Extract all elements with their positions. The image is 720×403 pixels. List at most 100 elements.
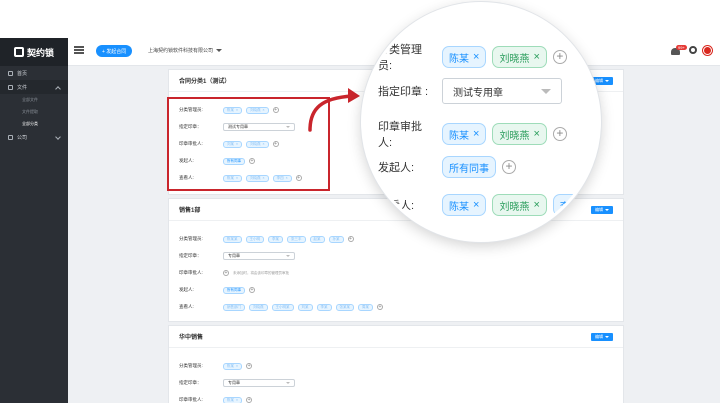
zoom-row: 指定印章 : 测试专用章 bbox=[378, 78, 562, 104]
field-row: 印章审批人: + 未添加时，将由该印章的管理员审批 bbox=[179, 268, 289, 278]
tag-text: 刘晓燕 bbox=[499, 201, 530, 213]
person-tag[interactable]: 张某某 bbox=[335, 303, 354, 311]
field-row: 分类管理员: 陈某某 王小明 李某 张三丰 赵某 孙某 + bbox=[179, 234, 354, 244]
seal-select[interactable]: 测试专用章 bbox=[442, 78, 562, 104]
close-icon[interactable]: × bbox=[473, 128, 479, 140]
close-icon[interactable]: × bbox=[533, 51, 539, 63]
person-tag[interactable]: 所有同事 bbox=[223, 286, 245, 294]
chevron-up-icon bbox=[55, 85, 61, 92]
tag-text: 销售部门 bbox=[227, 304, 241, 309]
sidebar-subitem-all-files[interactable]: 全部文件 bbox=[0, 94, 68, 106]
add-icon[interactable]: + bbox=[377, 304, 383, 310]
person-tag[interactable]: 李某 bbox=[316, 303, 332, 311]
seal-select[interactable]: 专用章 bbox=[223, 379, 295, 387]
person-tag[interactable]: 刘晓燕 × bbox=[492, 123, 547, 145]
person-tag[interactable]: 张三丰 bbox=[287, 235, 306, 243]
top-blank-band bbox=[0, 0, 720, 38]
sidebar-item-label: 公司 bbox=[17, 134, 28, 141]
person-tag[interactable]: 陈某某 bbox=[223, 235, 242, 243]
select-value: 测试专用章 bbox=[453, 87, 503, 99]
zoom-row: 查看人: 陈某 × 刘晓燕 × 李四 bbox=[378, 194, 587, 216]
tag-text: 陈某 bbox=[227, 397, 234, 402]
close-icon[interactable]: × bbox=[236, 398, 238, 402]
chevron-down-icon bbox=[605, 336, 609, 338]
app-logo[interactable]: 契约锁 bbox=[0, 38, 68, 66]
field-label: 发起人: bbox=[378, 162, 415, 174]
sidebar-subitem-all-categories[interactable]: 全部分类 bbox=[0, 118, 68, 130]
seal-select[interactable]: 专用章 bbox=[223, 252, 295, 260]
field-row: 分类管理员: 陈某 × + bbox=[179, 361, 253, 371]
close-icon[interactable]: × bbox=[533, 199, 539, 211]
tag-text: 陈某 bbox=[449, 53, 469, 65]
field-row: 指定印章： 专用章 bbox=[179, 251, 295, 261]
field-label: 分类管理员: bbox=[179, 363, 203, 368]
sidebar-item-home[interactable]: 首页 bbox=[0, 66, 68, 80]
add-icon[interactable]: + bbox=[223, 270, 229, 276]
person-tag[interactable]: 王小明某 bbox=[271, 303, 294, 311]
person-tag[interactable]: 赵某 bbox=[309, 235, 325, 243]
tag-text: 李某 bbox=[272, 236, 279, 241]
person-tag[interactable]: 刘某 bbox=[297, 303, 313, 311]
field-row: 查看人: 销售部门 刘晓燕 王小明某 刘某 李某 张某某 周某 + bbox=[179, 302, 383, 312]
tag-text: 李某 bbox=[320, 304, 328, 309]
sidebar-subitem-file-extract[interactable]: 文件提取 bbox=[0, 106, 68, 118]
person-tag[interactable]: 陈某 × bbox=[223, 396, 243, 403]
edit-button[interactable]: 编辑 bbox=[591, 206, 613, 214]
person-tag[interactable]: 陈某 × bbox=[442, 123, 487, 145]
person-tag[interactable]: 陈某 × bbox=[223, 362, 243, 370]
person-tag[interactable]: 陈某 × bbox=[442, 194, 487, 216]
gear-icon[interactable] bbox=[689, 46, 697, 54]
zoom-row: 发起人: 所有同事 + bbox=[378, 156, 516, 178]
close-icon[interactable]: × bbox=[473, 51, 479, 63]
field-label: 分类管理员: bbox=[179, 236, 203, 241]
person-tag[interactable]: 王小明 bbox=[245, 235, 264, 243]
field-label: 分类管理员: bbox=[378, 44, 422, 72]
zoom-row: 印章审批人: 陈某 × 刘晓燕 × + bbox=[378, 118, 567, 150]
notification-bell-icon[interactable]: 99+ bbox=[671, 45, 687, 55]
edit-button[interactable]: 编辑 bbox=[591, 333, 613, 341]
user-avatar[interactable] bbox=[703, 45, 712, 55]
tag-text: 刘某 bbox=[301, 304, 309, 309]
person-tag[interactable]: 陈某 × bbox=[442, 46, 487, 68]
add-icon[interactable]: + bbox=[552, 127, 567, 141]
person-tag[interactable]: 刘晓燕 bbox=[249, 303, 268, 311]
person-tag[interactable]: 刘晓燕 × bbox=[492, 194, 547, 216]
add-icon[interactable]: + bbox=[249, 287, 255, 293]
tag-text: 陈某 bbox=[227, 363, 234, 368]
field-label: 印章审批人: bbox=[179, 397, 203, 402]
tag-text: 孙某 bbox=[332, 236, 340, 241]
add-icon[interactable]: + bbox=[502, 160, 516, 174]
close-icon[interactable]: × bbox=[236, 364, 238, 368]
close-icon[interactable]: × bbox=[473, 199, 479, 211]
select-value: 专用章 bbox=[228, 253, 240, 258]
zoom-row: 分类管理员: 陈某 × 刘晓燕 × + bbox=[378, 41, 567, 73]
person-tag[interactable]: 李某 bbox=[268, 235, 283, 243]
company-switcher[interactable]: 上海契约锁软件科技有限公司 bbox=[148, 47, 223, 54]
add-icon[interactable]: + bbox=[552, 50, 567, 64]
card-header: 华中销售 编辑 bbox=[169, 326, 623, 348]
add-icon[interactable]: + bbox=[347, 236, 354, 242]
sidebar-item-company[interactable]: 公司 bbox=[0, 130, 68, 144]
edit-label: 编辑 bbox=[595, 334, 603, 339]
person-tag[interactable]: 所有同事 bbox=[442, 156, 496, 178]
tag-text: 所有同事 bbox=[449, 163, 489, 175]
field-label: 指定印章： bbox=[179, 253, 202, 258]
logo-mark-icon bbox=[13, 47, 24, 57]
tag-text: 陈某 bbox=[449, 130, 469, 142]
hamburger-menu-icon[interactable] bbox=[74, 46, 84, 54]
field-label: 发起人: bbox=[179, 287, 194, 292]
add-icon[interactable]: + bbox=[246, 397, 253, 403]
person-tag[interactable]: 李四 bbox=[552, 194, 587, 216]
card-title: 合同分类1（测试） bbox=[179, 79, 231, 85]
tag-text: 所有同事 bbox=[227, 287, 241, 292]
sidebar-item-label: 文件 bbox=[17, 84, 28, 91]
close-icon[interactable]: × bbox=[533, 128, 539, 140]
tag-text: 刘晓燕 bbox=[253, 304, 264, 309]
person-tag[interactable]: 孙某 bbox=[328, 235, 344, 243]
add-icon[interactable]: + bbox=[246, 363, 253, 369]
person-tag[interactable]: 周某 bbox=[358, 303, 373, 311]
launch-contract-button[interactable]: + 发起合同 bbox=[96, 45, 133, 57]
person-tag[interactable]: 销售部门 bbox=[223, 303, 245, 311]
sidebar-item-files[interactable]: 文件 bbox=[0, 80, 68, 94]
person-tag[interactable]: 刘晓燕 × bbox=[492, 46, 547, 68]
